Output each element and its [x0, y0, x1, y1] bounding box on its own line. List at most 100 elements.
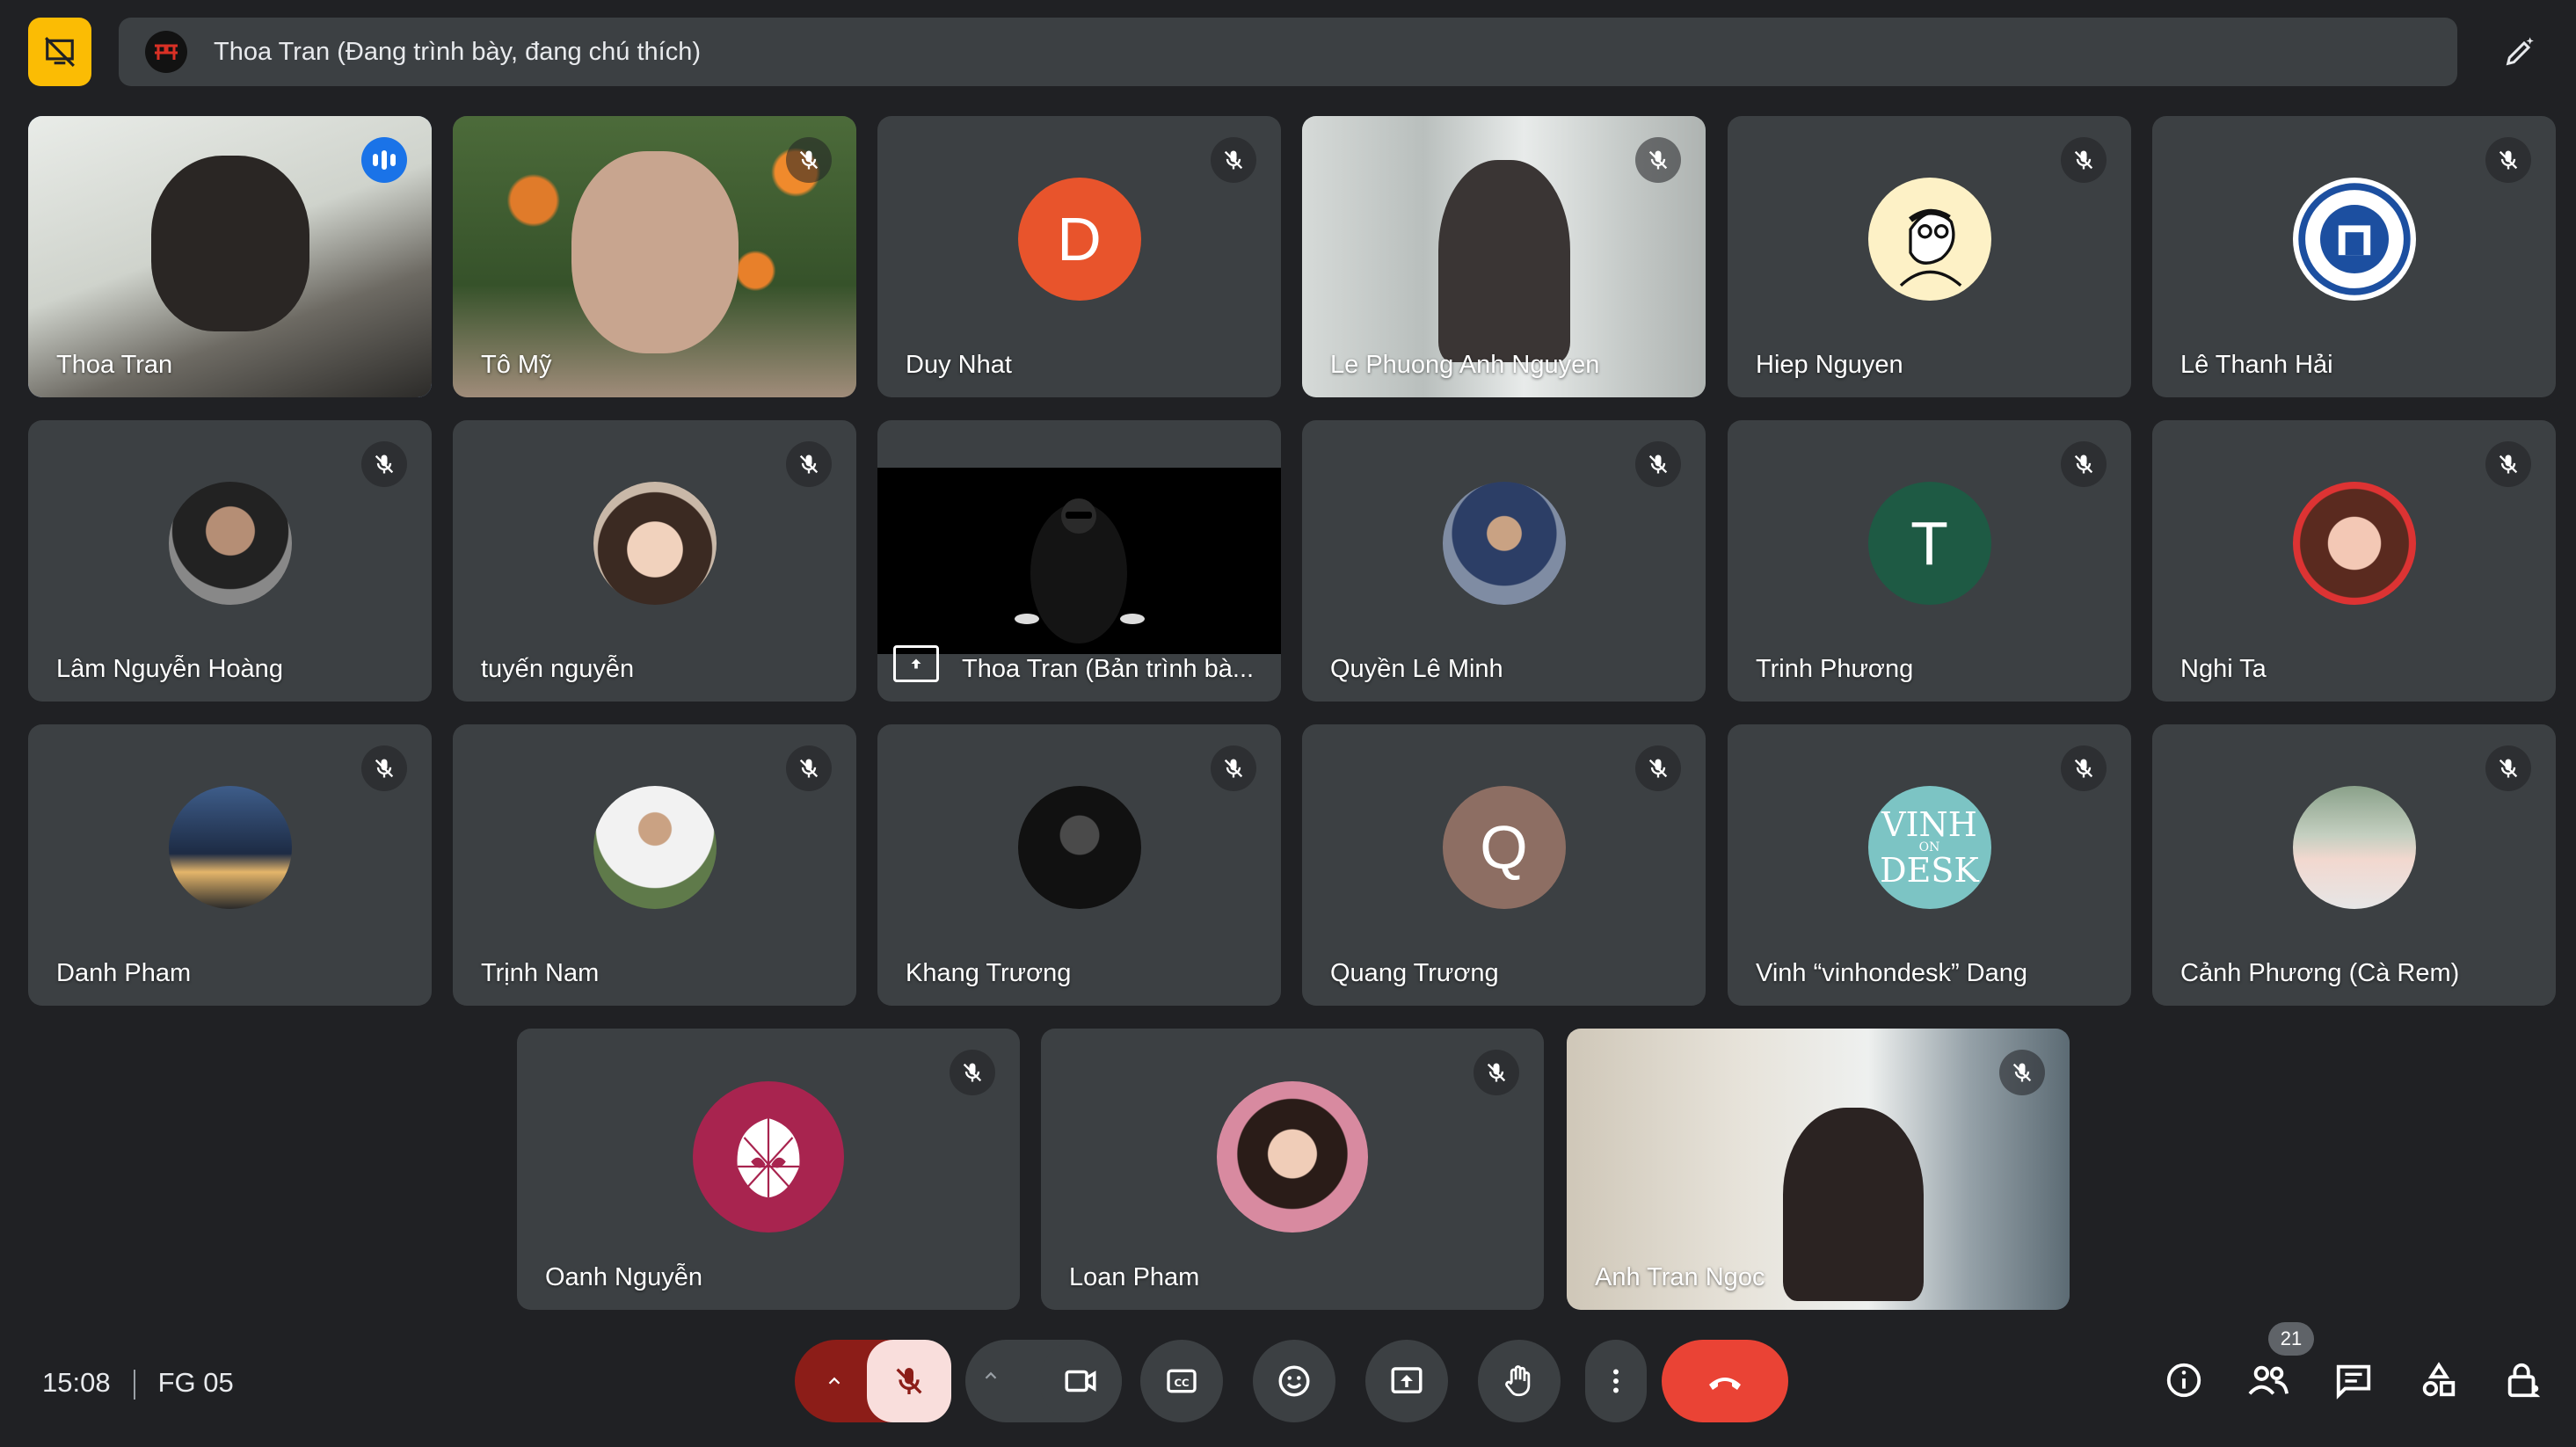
svg-text:CC: CC	[1174, 1377, 1189, 1389]
emoji-icon	[1278, 1365, 1310, 1397]
camera-options-button[interactable]	[981, 1366, 1001, 1390]
participant-avatar	[1017, 786, 1141, 909]
chat-icon	[2336, 1364, 2371, 1400]
spider-gwen-avatar	[693, 1081, 844, 1232]
participant-name: Le Phuong Anh Nguyen	[1330, 351, 1600, 379]
presentation-banner: Thoa Tran (Đang trình bày, đang chú thíc…	[119, 18, 2457, 86]
info-icon	[2166, 1363, 2201, 1398]
video-camera-icon	[1065, 1370, 1096, 1392]
mic-off-icon	[786, 441, 832, 487]
participant-name: Thoa Tran (Bản trình bà...	[962, 655, 1255, 683]
mic-off-icon	[361, 441, 407, 487]
pen-sparkle-icon	[2506, 37, 2534, 66]
participant-name: Tô Mỹ	[481, 351, 552, 379]
leave-call-button[interactable]	[1662, 1340, 1788, 1422]
participant-name: Lâm Nguyễn Hoàng	[56, 655, 283, 683]
screen-share-tile[interactable]: Thoa Tran (Bản trình bà...	[877, 420, 1281, 702]
toggle-camera-button[interactable]	[1039, 1340, 1122, 1422]
people-icon	[2248, 1365, 2289, 1395]
participant-tile[interactable]: tuyến nguyễn	[453, 420, 856, 702]
participant-tile[interactable]: T Trinh Phương	[1728, 420, 2131, 702]
participant-face	[571, 151, 739, 353]
mic-off-icon	[896, 1368, 922, 1394]
participant-face	[150, 156, 309, 331]
meeting-details-button[interactable]	[2158, 1354, 2210, 1407]
mic-off-icon	[1635, 137, 1681, 183]
participant-tile[interactable]: Trịnh Nam	[453, 724, 856, 1006]
participant-name: Thoa Tran	[56, 351, 173, 379]
annotate-button[interactable]	[2485, 18, 2555, 86]
mic-off-icon	[1211, 137, 1256, 183]
participant-tile[interactable]: Khang Trương	[877, 724, 1281, 1006]
lock-person-icon	[2507, 1363, 2541, 1398]
chevron-up-icon	[985, 1371, 997, 1379]
participant-tile[interactable]: Lê Thanh Hải	[2152, 116, 2556, 397]
participant-tile[interactable]: Quyền Lê Minh	[1302, 420, 1706, 702]
vinhondesk-logo-avatar: VINH ON DESK	[1867, 786, 1991, 909]
participant-avatar	[1867, 178, 1991, 301]
participant-tile[interactable]: Anh Tran Ngoc	[1567, 1029, 2070, 1310]
participant-name: Quyền Lê Minh	[1330, 655, 1503, 683]
participant-avatar: D	[1017, 178, 1141, 301]
hand-icon	[1505, 1365, 1531, 1397]
participant-name: Anh Tran Ngoc	[1595, 1263, 1765, 1291]
participant-count-badge: 21	[2268, 1322, 2314, 1356]
participant-tile[interactable]: Thoa Tran	[28, 116, 432, 397]
meeting-info: 15:08 FG 05	[42, 1367, 234, 1400]
captions-button[interactable]: CC	[1140, 1340, 1223, 1422]
mic-off-icon	[2485, 745, 2531, 791]
participant-avatar	[168, 786, 292, 909]
participant-name: Khang Trương	[906, 959, 1072, 987]
presentation-off-icon	[45, 37, 75, 67]
participant-name: Nghi Ta	[2180, 655, 2267, 683]
participant-name: Trịnh Nam	[481, 959, 600, 987]
presentation-layout-button[interactable]	[28, 18, 91, 86]
participant-tile[interactable]: Q Quang Trương	[1302, 724, 1706, 1006]
host-controls-button[interactable]	[2497, 1354, 2550, 1407]
toggle-mic-button[interactable]	[867, 1340, 951, 1422]
speaking-indicator-icon	[361, 137, 407, 183]
participant-tile[interactable]: Cảnh Phương (Cà Rem)	[2152, 724, 2556, 1006]
participant-avatar	[168, 482, 292, 605]
mic-off-icon	[1635, 745, 1681, 791]
participant-avatar	[593, 786, 717, 909]
mic-off-icon	[1211, 745, 1256, 791]
participant-avatar	[1442, 482, 1566, 605]
participant-name: Duy Nhat	[906, 351, 1012, 379]
participant-tile[interactable]: Loan Pham	[1041, 1029, 1544, 1310]
presenting-screen-icon	[893, 645, 939, 682]
participant-avatar	[1217, 1081, 1368, 1232]
mic-off-icon	[786, 745, 832, 791]
participant-tile[interactable]: Nghi Ta	[2152, 420, 2556, 702]
activities-button[interactable]	[2412, 1354, 2465, 1407]
raise-hand-button[interactable]	[1478, 1340, 1561, 1422]
shapes-icon	[2422, 1362, 2456, 1397]
present-to-all-icon	[1391, 1367, 1423, 1393]
call-end-icon	[1709, 1378, 1741, 1390]
participant-name: Trinh Phương	[1756, 655, 1914, 683]
participant-name: Danh Pham	[56, 959, 192, 987]
participant-name: tuyến nguyễn	[481, 655, 635, 683]
participant-avatar: Q	[1442, 786, 1566, 909]
participant-tile[interactable]: Le Phuong Anh Nguyen	[1302, 116, 1706, 397]
more-options-button[interactable]	[1585, 1340, 1647, 1422]
participant-tile[interactable]: D Duy Nhat	[877, 116, 1281, 397]
participant-tile[interactable]: Lâm Nguyễn Hoàng	[28, 420, 432, 702]
presentation-title: Thoa Tran (Đang trình bày, đang chú thíc…	[214, 37, 702, 66]
participant-tile[interactable]: Hiep Nguyen	[1728, 116, 2131, 397]
participant-avatar	[593, 482, 717, 605]
reactions-button[interactable]	[1253, 1340, 1335, 1422]
people-button[interactable]	[2242, 1354, 2295, 1407]
presenter-logo	[145, 31, 187, 73]
participant-face	[1783, 1108, 1924, 1301]
participant-avatar	[2292, 786, 2416, 909]
participant-face	[1437, 160, 1570, 362]
chat-button[interactable]	[2327, 1354, 2380, 1407]
participant-tile[interactable]: VINH ON DESK Vinh “vinhondesk” Dang	[1728, 724, 2131, 1006]
mic-off-icon	[2061, 745, 2107, 791]
present-screen-button[interactable]	[1365, 1340, 1448, 1422]
participant-tile[interactable]: Oanh Nguyễn	[517, 1029, 1020, 1310]
current-time: 15:08	[42, 1367, 111, 1398]
participant-tile[interactable]: Tô Mỹ	[453, 116, 856, 397]
participant-tile[interactable]: Danh Pham	[28, 724, 432, 1006]
